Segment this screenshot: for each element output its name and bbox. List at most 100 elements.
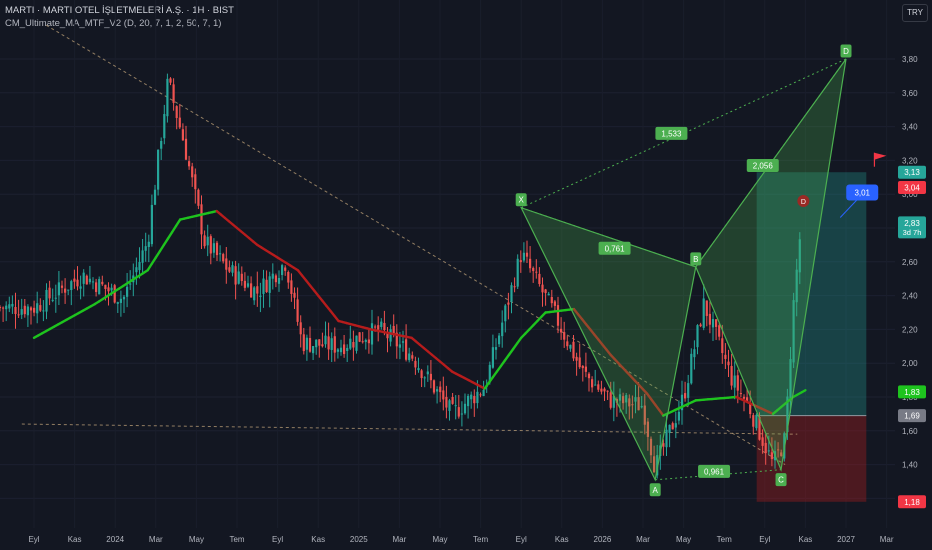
candle-body: [569, 344, 572, 349]
candle-body: [665, 429, 668, 448]
candle-body: [417, 368, 420, 371]
y-tick-label: 2,40: [902, 292, 918, 301]
ratio-label: 0,961: [704, 467, 725, 476]
candle-body: [312, 346, 315, 354]
candle-body: [234, 266, 237, 285]
candle-body: [181, 129, 184, 141]
x-tick-label: Kas: [799, 535, 813, 544]
candle-body: [674, 423, 677, 428]
candle-body: [67, 289, 70, 291]
candle-body: [556, 305, 560, 326]
x-tick-label: May: [676, 535, 691, 544]
candle-body: [693, 349, 696, 358]
candle-body: [228, 267, 231, 272]
candle-body: [188, 161, 191, 167]
candle-body: [572, 341, 575, 359]
candle-body: [736, 375, 739, 391]
candle-body: [299, 322, 302, 335]
candle-body: [532, 267, 535, 272]
candle-body: [764, 442, 767, 454]
time-axis[interactable]: Eyl Kas 2024 Mar May Tem Eyl Kas 2025 Mar May Tem Ey…: [28, 535, 893, 544]
candle-body: [82, 272, 85, 284]
candle-body: [5, 305, 8, 310]
candle-body: [677, 411, 680, 421]
candle-body: [135, 267, 138, 273]
price-label: 3,04: [904, 183, 920, 192]
candle-body: [321, 344, 324, 347]
candle-body: [265, 279, 268, 293]
x-tick-label: 2026: [594, 535, 612, 544]
candle-body: [584, 366, 587, 372]
candle-body: [85, 275, 88, 285]
candle-body: [212, 243, 215, 253]
candle-body: [231, 265, 234, 273]
candle-body: [463, 403, 467, 414]
candle-body: [91, 281, 95, 283]
x-tick-label: 2024: [106, 535, 124, 544]
candle-body: [36, 303, 39, 314]
candle-body: [14, 306, 17, 314]
candle-body: [420, 370, 423, 379]
candle-body: [113, 285, 116, 303]
candle-body: [730, 365, 733, 386]
candle-body: [76, 279, 79, 287]
candle-body: [315, 339, 318, 348]
x-tick-label: May: [432, 535, 447, 544]
candle-body: [346, 347, 349, 351]
ratio-label: 2,056: [753, 161, 774, 170]
candle-body: [609, 392, 612, 408]
x-tick-label: Eyl: [516, 535, 527, 544]
candle-body: [451, 397, 454, 404]
price-label-countdown: 3d 7h: [903, 228, 922, 237]
candle-body: [529, 258, 532, 269]
price-label: 1,69: [904, 412, 920, 421]
candle-body: [107, 287, 110, 292]
candle-body: [603, 388, 606, 392]
candle-body: [277, 277, 281, 284]
trendline: [21, 423, 798, 435]
price-axis[interactable]: 3,803,603,403,203,002,802,602,402,202,00…: [898, 55, 926, 509]
candle-body: [439, 386, 442, 393]
candle-body: [17, 314, 20, 316]
candle-body: [119, 298, 122, 303]
candle-body: [259, 295, 262, 297]
candle-body: [553, 301, 556, 306]
candle-body: [122, 296, 126, 300]
price-chart[interactable]: X A B C D 0,761 0,961 1,533 2,056 D 3,01 3,80 3,60 3…: [0, 0, 932, 550]
candle-body: [308, 338, 312, 352]
candle-body: [429, 373, 432, 381]
candle-body: [101, 281, 104, 285]
candle-body: [361, 341, 364, 343]
candle-body: [578, 357, 581, 368]
candle-body: [2, 307, 5, 309]
candle-body: [513, 286, 516, 288]
candle-body: [401, 341, 405, 343]
candle-body: [349, 338, 352, 349]
pattern-point-label: X: [519, 196, 525, 205]
candle-body: [48, 287, 51, 299]
x-tick-label: 2027: [837, 535, 855, 544]
candle-body: [414, 360, 417, 368]
x-tick-label: Eyl: [272, 535, 283, 544]
price-label: 3,13: [904, 168, 920, 177]
candle-body: [64, 288, 67, 293]
candle-body: [23, 305, 26, 315]
candle-body: [566, 341, 569, 347]
candle-body: [423, 377, 426, 379]
candle-body: [755, 414, 758, 429]
candle-body: [389, 329, 392, 342]
candle-body: [98, 279, 101, 295]
x-tick-label: Tem: [229, 535, 244, 544]
candle-body: [597, 384, 600, 390]
candle-body: [222, 254, 225, 262]
candle-body: [460, 413, 463, 415]
candle-body: [355, 335, 358, 351]
candle-body: [138, 262, 141, 271]
x-tick-label: 2025: [350, 535, 368, 544]
candle-body: [324, 335, 327, 345]
candle-body: [194, 174, 197, 190]
candle-body: [380, 321, 383, 328]
x-tick-label: May: [189, 535, 204, 544]
candle-body: [671, 423, 674, 430]
candle-body: [225, 258, 228, 270]
